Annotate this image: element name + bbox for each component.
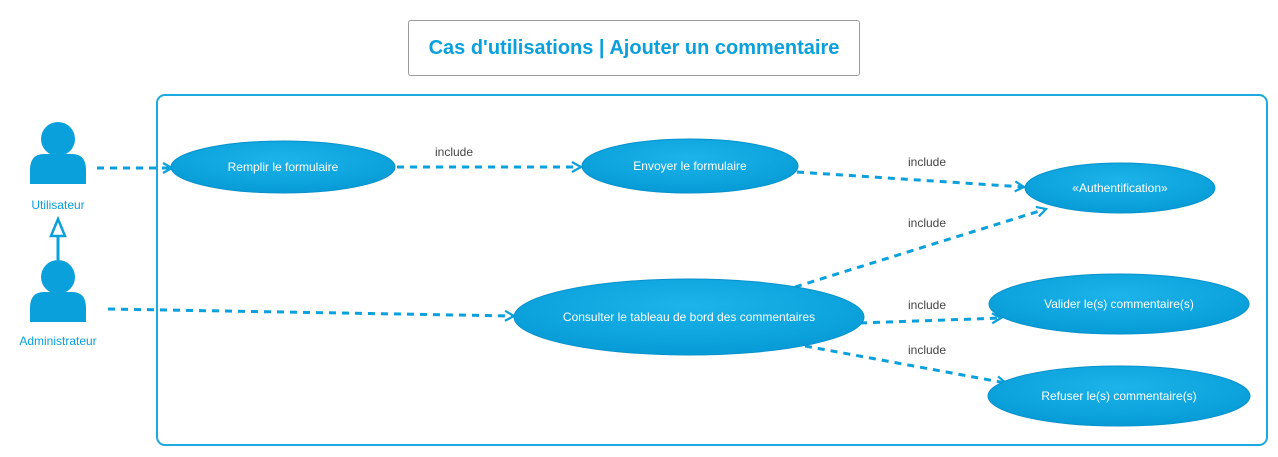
- actor-utilisateur[interactable]: Utilisateur: [30, 122, 86, 212]
- use-case-diagram: Utilisateur Administrateur include inclu…: [19, 94, 1268, 446]
- relation-label: include: [908, 343, 946, 357]
- relation-label: include: [908, 298, 946, 312]
- actor-body-icon: [30, 154, 86, 184]
- usecase-refuser-commentaires[interactable]: Refuser le(s) commentaire(s): [987, 365, 1251, 427]
- usecase-remplir-le-formulaire[interactable]: Remplir le formulaire: [170, 140, 396, 194]
- actor-head-icon: [41, 260, 75, 294]
- usecase-authentification[interactable]: «Authentification»: [1024, 162, 1216, 214]
- relation-label: include: [908, 155, 946, 169]
- edge-consulter-valider: [859, 318, 1001, 325]
- actor-body-icon: [30, 292, 86, 322]
- actor-head-icon: [41, 122, 75, 156]
- usecase-label: «Authentification»: [1072, 181, 1168, 195]
- usecase-label: Refuser le(s) commentaire(s): [1041, 389, 1196, 403]
- generalization-arrowhead-icon: [49, 215, 67, 238]
- usecase-label: Consulter le tableau de bord des comment…: [563, 310, 815, 324]
- generalization-admin-to-user: [49, 215, 67, 260]
- actor-administrateur[interactable]: Administrateur: [19, 260, 97, 348]
- usecase-envoyer-le-formulaire[interactable]: Envoyer le formulaire: [581, 138, 799, 194]
- usecase-label: Valider le(s) commentaire(s): [1044, 297, 1194, 311]
- actor-label-utilisateur: Utilisateur: [31, 198, 84, 212]
- relation-label: include: [435, 145, 473, 159]
- edge-consulter-refuser: [804, 344, 1006, 383]
- usecase-valider-commentaires[interactable]: Valider le(s) commentaire(s): [988, 273, 1250, 335]
- usecase-label: Envoyer le formulaire: [633, 159, 747, 173]
- edge-envoyer-auth: [796, 170, 1024, 187]
- usecase-label: Remplir le formulaire: [228, 160, 339, 174]
- relation-label: include: [908, 216, 946, 230]
- actor-label-administrateur: Administrateur: [19, 334, 96, 348]
- edge-admin-consulter: [107, 307, 514, 316]
- usecase-consulter-tableau-de-bord[interactable]: Consulter le tableau de bord des comment…: [513, 278, 865, 356]
